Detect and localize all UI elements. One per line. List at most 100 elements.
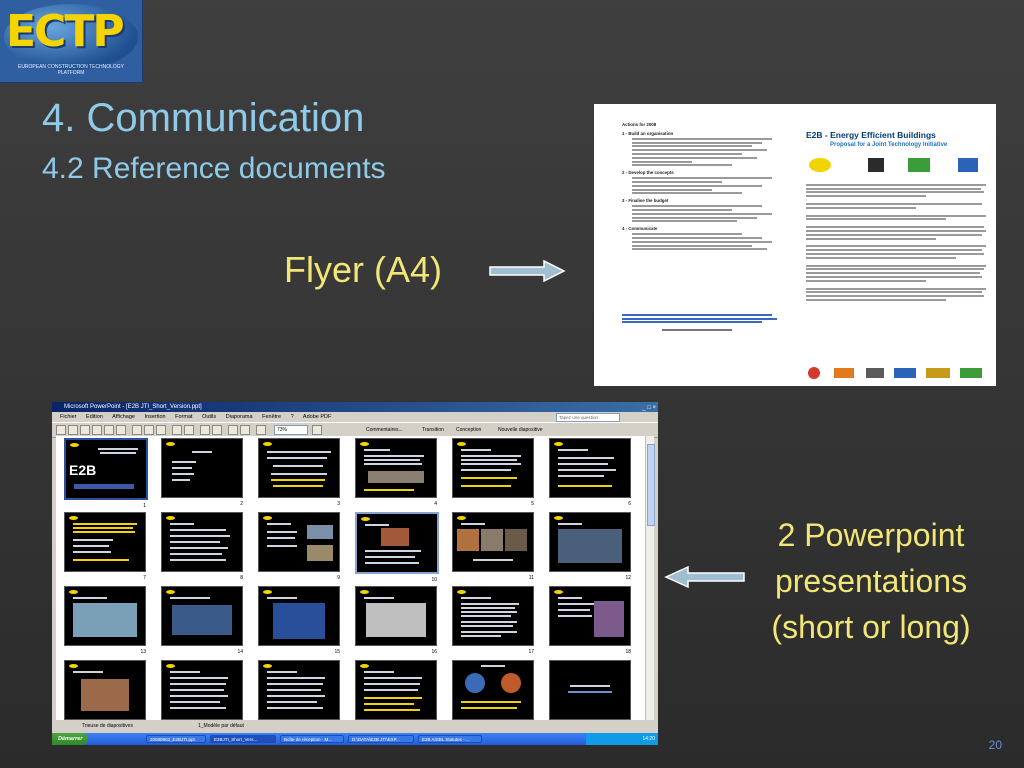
- slide-sorter-scrollbar[interactable]: [645, 436, 655, 720]
- slide-number: 8: [240, 575, 243, 581]
- comments-button[interactable]: Commentaires...: [366, 425, 403, 435]
- flyer-subheading: Proposal for a Joint Technology Initiati…: [830, 142, 948, 148]
- slide-thumb[interactable]: 10: [355, 512, 439, 583]
- slide-thumb[interactable]: 15: [258, 586, 340, 655]
- slide-number: 2: [240, 501, 243, 507]
- slide-thumb[interactable]: E2B 1: [64, 438, 148, 509]
- question-input[interactable]: Tapez une question: [556, 413, 620, 422]
- menu-affichage[interactable]: Affichage: [112, 414, 135, 420]
- slide-number: 18: [625, 649, 631, 655]
- slide-thumb[interactable]: 7: [64, 512, 146, 581]
- save-icon[interactable]: [80, 425, 90, 435]
- slide-thumb[interactable]: [549, 660, 631, 720]
- slide-12[interactable]: [549, 512, 631, 572]
- logo-letters: ECTP: [6, 6, 125, 57]
- slide-18[interactable]: [549, 586, 631, 646]
- slide-6[interactable]: [549, 438, 631, 498]
- slide-thumb[interactable]: 8: [161, 512, 243, 581]
- task-item[interactable]: D:\DATA\E2B JTI\EXP...: [348, 735, 414, 743]
- grid-icon[interactable]: [228, 425, 238, 435]
- slide-21[interactable]: [258, 660, 340, 720]
- slide-thumb[interactable]: [161, 660, 243, 720]
- slide-9[interactable]: [258, 512, 340, 572]
- slide-7[interactable]: [64, 512, 146, 572]
- slide-19[interactable]: [64, 660, 146, 720]
- new-slide-button[interactable]: Nouvelle diapositive: [498, 425, 542, 435]
- slide-2[interactable]: [161, 438, 243, 498]
- slide-thumb[interactable]: 6: [549, 438, 631, 507]
- menu-diaporama[interactable]: Diaporama: [226, 414, 253, 420]
- transition-button[interactable]: Transition: [422, 425, 444, 435]
- slide-thumb[interactable]: 14: [161, 586, 243, 655]
- menu-insertion[interactable]: Insertion: [144, 414, 165, 420]
- menu-fichier[interactable]: Fichier: [60, 414, 77, 420]
- slide-thumb[interactable]: [355, 660, 437, 720]
- slide-thumb[interactable]: 12: [549, 512, 631, 581]
- preview-icon[interactable]: [104, 425, 114, 435]
- slide-24[interactable]: [549, 660, 631, 720]
- slide-3[interactable]: [258, 438, 340, 498]
- slide-thumb[interactable]: 13: [64, 586, 146, 655]
- slide-17[interactable]: [452, 586, 534, 646]
- slide-8[interactable]: [161, 512, 243, 572]
- chart-icon[interactable]: [200, 425, 210, 435]
- menu-outils[interactable]: Outils: [202, 414, 216, 420]
- design-button[interactable]: Conception: [456, 425, 481, 435]
- slide-5[interactable]: [452, 438, 534, 498]
- task-item[interactable]: 20080903_E2BJTI.ppt: [146, 735, 206, 743]
- slide-thumb[interactable]: [452, 660, 534, 720]
- help-icon[interactable]: [312, 425, 322, 435]
- slide-thumb[interactable]: 4: [355, 438, 437, 507]
- slide-1[interactable]: E2B: [64, 438, 148, 500]
- paste-icon[interactable]: [156, 425, 166, 435]
- redo-icon[interactable]: [184, 425, 194, 435]
- slide-14[interactable]: [161, 586, 243, 646]
- slide-11[interactable]: [452, 512, 534, 572]
- undo-icon[interactable]: [172, 425, 182, 435]
- slide-thumb[interactable]: 3: [258, 438, 340, 507]
- slide-subtitle: 4.2 Reference documents: [42, 152, 386, 185]
- spell-icon[interactable]: [116, 425, 126, 435]
- menu-format[interactable]: Format: [175, 414, 192, 420]
- menu-adobe-pdf[interactable]: Adobe PDF: [303, 414, 331, 420]
- slide-thumb[interactable]: 5: [452, 438, 534, 507]
- slide-15[interactable]: [258, 586, 340, 646]
- zoom-select[interactable]: 73%: [274, 425, 308, 435]
- slide-thumb[interactable]: 2: [161, 438, 243, 507]
- slide-20[interactable]: [161, 660, 243, 720]
- slide-thumb[interactable]: 9: [258, 512, 340, 581]
- slide-23[interactable]: [452, 660, 534, 720]
- copy-icon[interactable]: [144, 425, 154, 435]
- slide-number: 1: [143, 503, 146, 509]
- slide-4[interactable]: [355, 438, 437, 498]
- menu-edition[interactable]: Edition: [86, 414, 103, 420]
- task-item[interactable]: E2B AISBL Statutes - ...: [418, 735, 482, 743]
- slide-thumb[interactable]: 18: [549, 586, 631, 655]
- slide-13[interactable]: [64, 586, 146, 646]
- print-icon[interactable]: [92, 425, 102, 435]
- open-icon[interactable]: [68, 425, 78, 435]
- slide-thumb[interactable]: 17: [452, 586, 534, 655]
- scrollbar-thumb[interactable]: [647, 444, 655, 526]
- slide-number: 13: [140, 649, 146, 655]
- menu-help[interactable]: ?: [291, 414, 294, 420]
- slide-thumb[interactable]: 16: [355, 586, 437, 655]
- slide-thumb[interactable]: 11: [452, 512, 534, 581]
- powerpoint-window: Microsoft PowerPoint - [E2B JTI_Short_Ve…: [52, 402, 658, 745]
- new-icon[interactable]: [56, 425, 66, 435]
- hyperlink-icon[interactable]: [256, 425, 266, 435]
- slide-thumb[interactable]: [258, 660, 340, 720]
- menu-fenetre[interactable]: Fenêtre: [262, 414, 281, 420]
- slide-number: 7: [143, 575, 146, 581]
- start-button[interactable]: Démarrer: [52, 733, 88, 745]
- slide-10[interactable]: [355, 512, 439, 574]
- slide-thumb[interactable]: [64, 660, 146, 720]
- table-icon[interactable]: [212, 425, 222, 435]
- cut-icon[interactable]: [132, 425, 142, 435]
- slide-22[interactable]: [355, 660, 437, 720]
- slide-16[interactable]: [355, 586, 437, 646]
- task-item-active[interactable]: E2BJTI_Short_Vers...: [210, 735, 276, 743]
- color-icon[interactable]: [240, 425, 250, 435]
- task-item[interactable]: Boîte de réception - M...: [280, 735, 344, 743]
- slide-sorter: E2B 1 2 3 4 5 6 7 8 9 10 11 12 13 14 15 …: [56, 436, 646, 720]
